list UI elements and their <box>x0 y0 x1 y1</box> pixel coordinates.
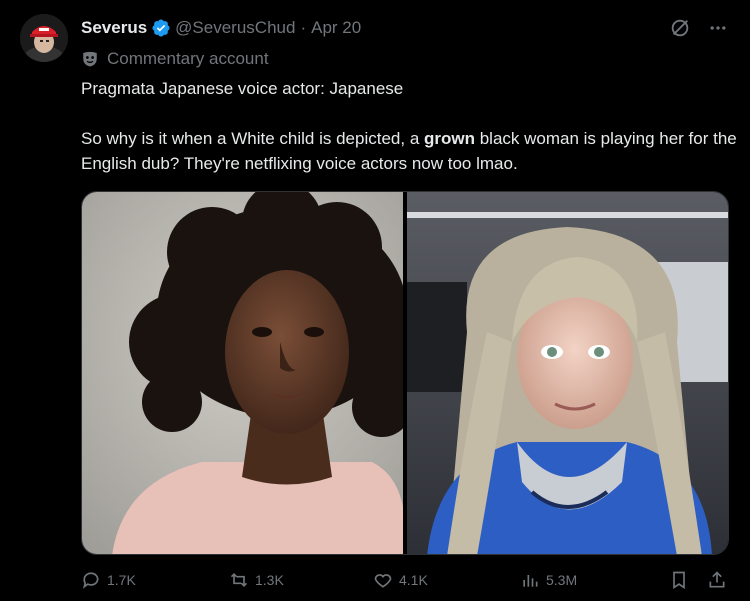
account-label-text: Commentary account <box>107 49 269 68</box>
tweet-header: Severus @SeverusChud · Apr 20 <box>81 16 730 40</box>
photo-voice-actress[interactable] <box>82 192 403 554</box>
like-button[interactable]: 4.1K <box>373 570 428 590</box>
action-bar: 1.7K 1.3K 4.1K 5.3M <box>81 570 731 594</box>
share-button[interactable] <box>707 570 727 590</box>
bookmark-icon <box>673 571 685 590</box>
reply-button[interactable]: 1.7K <box>81 570 136 590</box>
heart-icon <box>374 574 392 588</box>
repost-button[interactable]: 1.3K <box>229 570 284 590</box>
grok-icon[interactable] <box>668 16 692 40</box>
bookmark-button[interactable] <box>669 570 689 590</box>
repost-count: 1.3K <box>255 572 284 588</box>
views-button[interactable]: 5.3M <box>520 570 577 590</box>
photo-game-character[interactable] <box>406 192 728 554</box>
tweet-text: Pragmata Japanese voice actor: Japanese … <box>81 76 741 176</box>
theater-mask-icon <box>81 50 99 68</box>
view-count: 5.3M <box>546 572 578 588</box>
separator-dot: · <box>300 18 307 37</box>
like-count: 4.1K <box>399 572 428 588</box>
reply-icon <box>82 572 99 589</box>
media-grid[interactable] <box>81 191 729 555</box>
header-actions <box>668 16 730 40</box>
share-icon <box>709 571 725 588</box>
tweet-date[interactable]: Apr 20 <box>311 18 361 38</box>
repost-icon <box>230 572 248 588</box>
bold-word: grown <box>424 129 475 148</box>
verified-badge-icon <box>151 18 171 38</box>
more-options-icon[interactable] <box>706 16 730 40</box>
tweet: Severus @SeverusChud · Apr 20 Commentary… <box>0 0 750 601</box>
author-name[interactable]: Severus <box>81 18 147 38</box>
account-label[interactable]: Commentary account <box>81 48 269 70</box>
author-handle[interactable]: @SeverusChud <box>175 18 295 38</box>
avatar[interactable] <box>20 14 68 62</box>
tweet-text-line1: Pragmata Japanese voice actor: Japanese <box>81 79 404 98</box>
views-chart-icon <box>523 575 538 587</box>
reply-count: 1.7K <box>107 572 136 588</box>
tweet-text-line2: So why is it when a White child is depic… <box>81 129 737 173</box>
